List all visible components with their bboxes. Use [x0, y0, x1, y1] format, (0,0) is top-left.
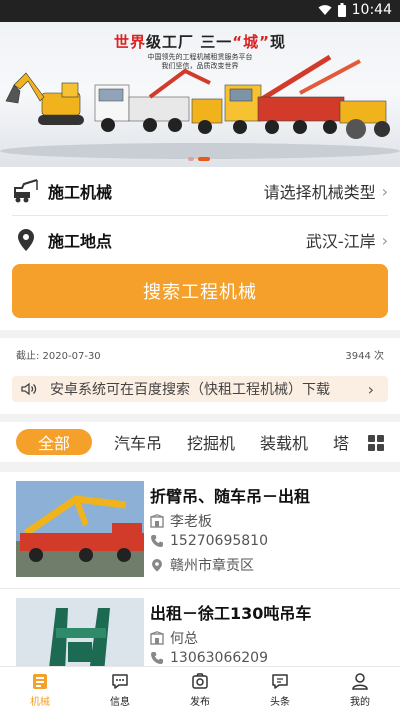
- stats-row: 截止: 2020-07-30 3944 次: [0, 342, 400, 364]
- notice-text: 安卓系统可在百度搜索（快租工程机械）下载: [50, 382, 330, 398]
- nav-label: 机械: [30, 696, 50, 708]
- wifi-icon: [318, 5, 332, 15]
- banner-carousel[interactable]: 世界级工厂 三一“城”现 中国领先的工程机械租赁服务平台 我们坚信，品质改变世界: [0, 0, 400, 167]
- section-divider: [0, 330, 400, 338]
- location-select[interactable]: 武汉-江岸 ›: [306, 228, 388, 252]
- chevron-right-icon: ›: [381, 230, 388, 250]
- machine-type-row[interactable]: 施工机械 请选择机械类型 ›: [12, 167, 388, 215]
- listing-title: 出租－徐工130吨吊车: [150, 604, 312, 623]
- nav-label: 发布: [190, 696, 210, 708]
- machine-type-label: 施工机械: [48, 183, 113, 202]
- nav-messages[interactable]: 信息: [80, 667, 160, 711]
- location-value: 武汉-江岸: [305, 232, 376, 251]
- listing-item[interactable]: 折臂吊、随车吊－出租 李老板 15270695810 赣州市章贡区: [16, 481, 386, 581]
- nav-profile[interactable]: 我的: [320, 667, 400, 711]
- listing-phone: 15270695810: [170, 533, 268, 549]
- listing-contact: 何总: [170, 631, 198, 647]
- tab-truck-crane[interactable]: 汽车吊: [114, 430, 162, 454]
- status-bar: 10:44: [0, 0, 400, 22]
- section-divider: [0, 462, 400, 472]
- category-tabs: 全部 汽车吊 挖掘机 装载机 塔: [0, 422, 400, 462]
- user-icon: [352, 672, 368, 690]
- tab-excavator[interactable]: 挖掘机: [187, 430, 235, 454]
- carousel-dot-active[interactable]: [198, 157, 210, 161]
- location-pin-icon: [152, 559, 162, 572]
- banner-machinery-image: [0, 55, 400, 159]
- grid-menu-icon[interactable]: [368, 435, 384, 451]
- listing-thumbnail: [16, 481, 144, 577]
- listing-contact: 李老板: [170, 514, 212, 530]
- nav-headlines[interactable]: 头条: [240, 667, 320, 711]
- battery-icon: [337, 3, 346, 17]
- nav-label: 我的: [350, 696, 370, 708]
- listing-phone-row[interactable]: 15270695810: [150, 533, 268, 549]
- building-icon: [150, 631, 164, 645]
- nav-label: 头条: [270, 696, 290, 708]
- listing-phone: 13063066209: [170, 650, 268, 666]
- bottom-nav: 机械 信息 发布 头条 我的: [0, 666, 400, 711]
- location-row[interactable]: 施工地点 武汉-江岸 ›: [12, 216, 388, 264]
- publish-icon: [192, 672, 208, 689]
- machine-type-select[interactable]: 请选择机械类型 ›: [264, 179, 388, 203]
- tab-all[interactable]: 全部: [16, 429, 92, 455]
- chat-bubble-icon: [112, 673, 128, 689]
- building-icon: [150, 514, 164, 528]
- headlines-icon: [272, 673, 288, 689]
- status-time: 10:44: [351, 2, 392, 18]
- location-pin-icon: [18, 229, 34, 251]
- stats-date: 截止: 2020-07-30: [16, 351, 101, 362]
- chevron-right-icon: ›: [381, 181, 388, 201]
- location-label: 施工地点: [48, 232, 113, 251]
- listing-thumbnail: [16, 598, 144, 666]
- listing-phone-row[interactable]: 13063066209: [150, 650, 268, 666]
- nav-publish[interactable]: 发布: [160, 667, 240, 711]
- listing-location: 赣州市章贡区: [170, 558, 254, 574]
- tab-loader[interactable]: 装载机: [260, 430, 308, 454]
- phone-icon: [151, 652, 163, 664]
- machine-type-value: 请选择机械类型: [263, 183, 376, 202]
- listing-contact-row: 李老板: [150, 511, 212, 531]
- tab-tower[interactable]: 塔: [333, 430, 349, 454]
- nav-machinery[interactable]: 机械: [0, 667, 80, 711]
- nav-label: 信息: [110, 696, 130, 708]
- section-divider: [0, 414, 400, 422]
- crane-icon: [14, 179, 38, 203]
- phone-icon: [151, 535, 163, 547]
- listing-location-row: 赣州市章贡区: [150, 555, 254, 575]
- search-machinery-button[interactable]: 搜索工程机械: [12, 264, 388, 318]
- chevron-right-icon: ›: [367, 379, 374, 399]
- divider: [0, 588, 400, 589]
- listing-item[interactable]: 出租－徐工130吨吊车 何总 13063066209: [16, 598, 386, 666]
- speaker-icon: [21, 382, 37, 396]
- listing-title: 折臂吊、随车吊－出租: [150, 487, 311, 506]
- banner-title: 世界级工厂 三一“城”现: [114, 33, 286, 51]
- listing-contact-row: 何总: [150, 628, 198, 648]
- notice-bar[interactable]: 安卓系统可在百度搜索（快租工程机械）下载 ›: [12, 376, 388, 402]
- stats-count: 3944 次: [345, 351, 384, 362]
- machinery-icon: [33, 673, 47, 689]
- carousel-dot[interactable]: [188, 157, 194, 161]
- carousel-indicator: [188, 157, 210, 161]
